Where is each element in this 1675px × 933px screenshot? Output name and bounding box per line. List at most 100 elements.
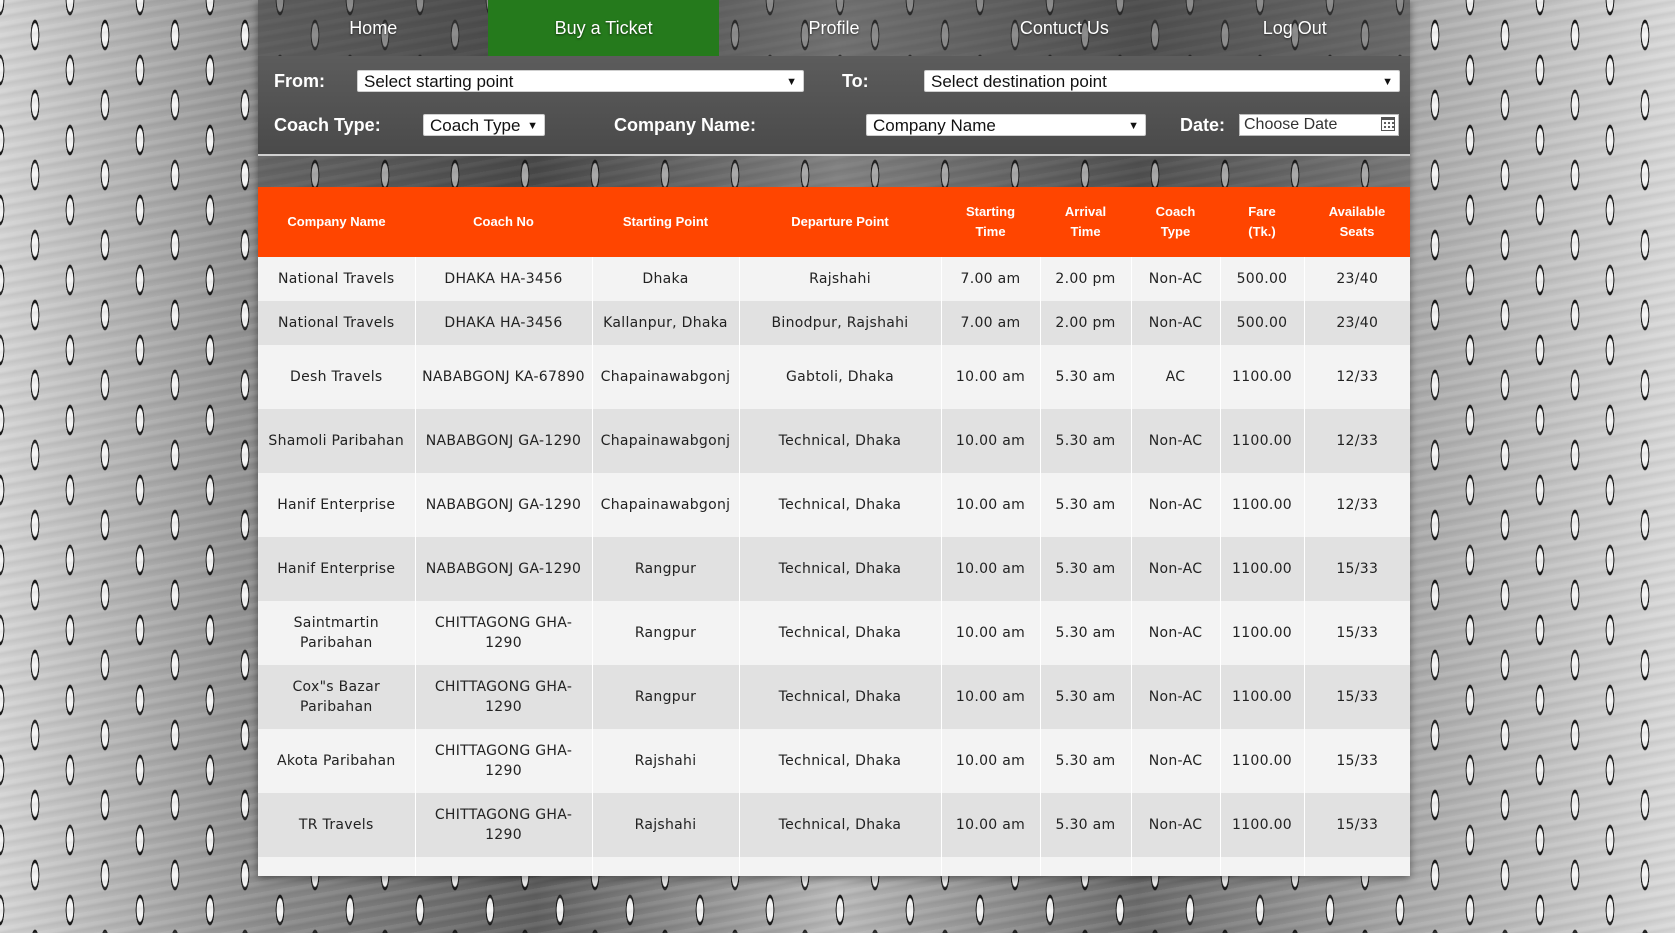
- cell-departure-point: Technical, Dhaka: [739, 537, 942, 601]
- main-container: Home Buy a Ticket Profile Contuct Us Log…: [258, 0, 1410, 876]
- cell-starting-time: 10.00 am: [941, 537, 1041, 601]
- cell-arrival-time: 5.30 am: [1040, 537, 1132, 601]
- cell-arrival-time: 5.30 am: [1040, 601, 1132, 665]
- table-row[interactable]: Hanif Enterprise NABABGONJ GA-1290 Chapa…: [258, 473, 1410, 537]
- date-label: Date:: [1180, 115, 1226, 135]
- cell-available-seats: 12/33: [1304, 345, 1410, 409]
- cell-starting-time: 10.00 am: [941, 729, 1041, 793]
- cell-starting-time: 10.00 am: [941, 345, 1041, 409]
- cell-starting-point: [592, 857, 740, 876]
- table-row[interactable]: TR Travels CHITTAGONG GHA-1290 Rajshahi …: [258, 793, 1410, 857]
- col-header-company[interactable]: Company Name: [258, 187, 415, 257]
- cell-available-seats: 12/33: [1304, 473, 1410, 537]
- nav-home[interactable]: Home: [258, 0, 488, 56]
- table-row[interactable]: Cox"s Bazar Paribahan CHITTAGONG GHA-129…: [258, 665, 1410, 729]
- table-row[interactable]: National Travels DHAKA HA-3456 Kallanpur…: [258, 301, 1410, 345]
- cell-fare: 1100.00: [1220, 473, 1305, 537]
- cell-coach-no: CHITTAGONG GHA-1290: [415, 665, 593, 729]
- cell-company: Hanif Enterprise: [258, 473, 416, 537]
- cell-arrival-time: 5.30 am: [1040, 729, 1132, 793]
- cell-fare: 1100.00: [1220, 601, 1305, 665]
- cell-company: National Travels: [258, 301, 416, 345]
- table-header-row: Company Name Coach No Starting Point Dep…: [258, 187, 1410, 257]
- schedule-table: Company Name Coach No Starting Point Dep…: [258, 187, 1410, 876]
- nav-contact[interactable]: Contuct Us: [949, 0, 1179, 56]
- cell-starting-point: Chapainawabgonj: [592, 409, 740, 473]
- coach-type-label: Coach Type:: [274, 115, 381, 135]
- col-header-arrival-time[interactable]: Arrival Time: [1040, 187, 1131, 257]
- table-row[interactable]: Desh Travels NABABGONJ KA-67890 Chapaina…: [258, 345, 1410, 409]
- cell-coach-type: Non-AC: [1131, 537, 1221, 601]
- cell-starting-time: 10.00 am: [941, 409, 1041, 473]
- calendar-icon[interactable]: [1381, 117, 1395, 131]
- cell-coach-no: NABABGONJ GA-1290: [415, 537, 593, 601]
- cell-departure-point: Technical, Dhaka: [739, 473, 942, 537]
- cell-starting-point: Chapainawabgonj: [592, 345, 740, 409]
- table-row[interactable]: Shamoli Paribahan NABABGONJ GA-1290 Chap…: [258, 409, 1410, 473]
- cell-available-seats: 15/33: [1304, 537, 1410, 601]
- table-row[interactable]: National Travels DHAKA HA-3456 Dhaka Raj…: [258, 257, 1410, 301]
- cell-starting-point: Rajshahi: [592, 729, 740, 793]
- cell-coach-no: DHAKA HA-3456: [415, 257, 593, 301]
- nav-buy-ticket[interactable]: Buy a Ticket: [488, 0, 719, 56]
- to-label: To:: [842, 71, 869, 91]
- cell-departure-point: Technical, Dhaka: [739, 729, 942, 793]
- coach-type-select[interactable]: Coach Type ▼: [423, 114, 545, 136]
- company-select[interactable]: Company Name ▼: [866, 114, 1146, 136]
- filter-panel: From: Select starting point ▼ To: Select…: [258, 56, 1410, 156]
- cell-available-seats: 15/33: [1304, 793, 1410, 857]
- table-row[interactable]: [258, 857, 1410, 876]
- table-row[interactable]: Hanif Enterprise NABABGONJ GA-1290 Rangp…: [258, 537, 1410, 601]
- schedule-table-container[interactable]: Company Name Coach No Starting Point Dep…: [258, 187, 1410, 876]
- cell-arrival-time: 2.00 pm: [1040, 301, 1132, 345]
- chevron-down-icon: ▼: [1128, 120, 1139, 132]
- from-select[interactable]: Select starting point ▼: [357, 70, 804, 92]
- cell-starting-point: Dhaka: [592, 257, 740, 301]
- chevron-down-icon: ▼: [527, 120, 538, 132]
- col-header-starting-point[interactable]: Starting Point: [592, 187, 739, 257]
- nav-logout[interactable]: Log Out: [1180, 0, 1410, 56]
- cell-fare: 500.00: [1220, 257, 1305, 301]
- cell-starting-time: 7.00 am: [941, 301, 1041, 345]
- from-select-value: Select starting point: [364, 72, 514, 91]
- cell-available-seats: 15/33: [1304, 665, 1410, 729]
- cell-company: TR Travels: [258, 793, 416, 857]
- cell-arrival-time: 2.00 pm: [1040, 257, 1132, 301]
- cell-coach-no: DHAKA HA-3456: [415, 301, 593, 345]
- cell-coach-no: CHITTAGONG GHA-1290: [415, 793, 593, 857]
- cell-available-seats: 15/33: [1304, 601, 1410, 665]
- col-header-departure-point[interactable]: Departure Point: [739, 187, 941, 257]
- cell-arrival-time: 5.30 am: [1040, 345, 1132, 409]
- cell-coach-type: Non-AC: [1131, 409, 1221, 473]
- cell-departure-point: Technical, Dhaka: [739, 409, 942, 473]
- to-select[interactable]: Select destination point ▼: [924, 70, 1400, 92]
- cell-fare: 1100.00: [1220, 345, 1305, 409]
- col-header-coach-no[interactable]: Coach No: [415, 187, 592, 257]
- col-header-available-seats[interactable]: Available Seats: [1304, 187, 1410, 257]
- cell-company: Shamoli Paribahan: [258, 409, 416, 473]
- cell-departure-point: Technical, Dhaka: [739, 793, 942, 857]
- cell-fare: 1100.00: [1220, 665, 1305, 729]
- cell-departure-point: Gabtoli, Dhaka: [739, 345, 942, 409]
- table-row[interactable]: Akota Paribahan CHITTAGONG GHA-1290 Rajs…: [258, 729, 1410, 793]
- cell-company: [258, 857, 416, 876]
- cell-starting-time: 7.00 am: [941, 257, 1041, 301]
- date-input[interactable]: Choose Date: [1239, 114, 1399, 136]
- cell-arrival-time: [1040, 857, 1132, 876]
- nav-profile[interactable]: Profile: [719, 0, 949, 56]
- cell-starting-time: 10.00 am: [941, 473, 1041, 537]
- cell-departure-point: Technical, Dhaka: [739, 665, 942, 729]
- col-header-starting-time[interactable]: Starting Time: [941, 187, 1040, 257]
- col-header-coach-type[interactable]: Coach Type: [1131, 187, 1220, 257]
- cell-fare: [1220, 857, 1305, 876]
- company-select-value: Company Name: [873, 116, 996, 135]
- cell-starting-time: 10.00 am: [941, 793, 1041, 857]
- cell-starting-point: Rajshahi: [592, 793, 740, 857]
- col-header-fare[interactable]: Fare (Tk.): [1220, 187, 1304, 257]
- cell-coach-type: Non-AC: [1131, 473, 1221, 537]
- table-row[interactable]: Saintmartin Paribahan CHITTAGONG GHA-129…: [258, 601, 1410, 665]
- coach-type-select-value: Coach Type: [430, 116, 521, 135]
- cell-company: Cox"s Bazar Paribahan: [258, 665, 416, 729]
- cell-coach-type: Non-AC: [1131, 301, 1221, 345]
- cell-coach-no: NABABGONJ GA-1290: [415, 409, 593, 473]
